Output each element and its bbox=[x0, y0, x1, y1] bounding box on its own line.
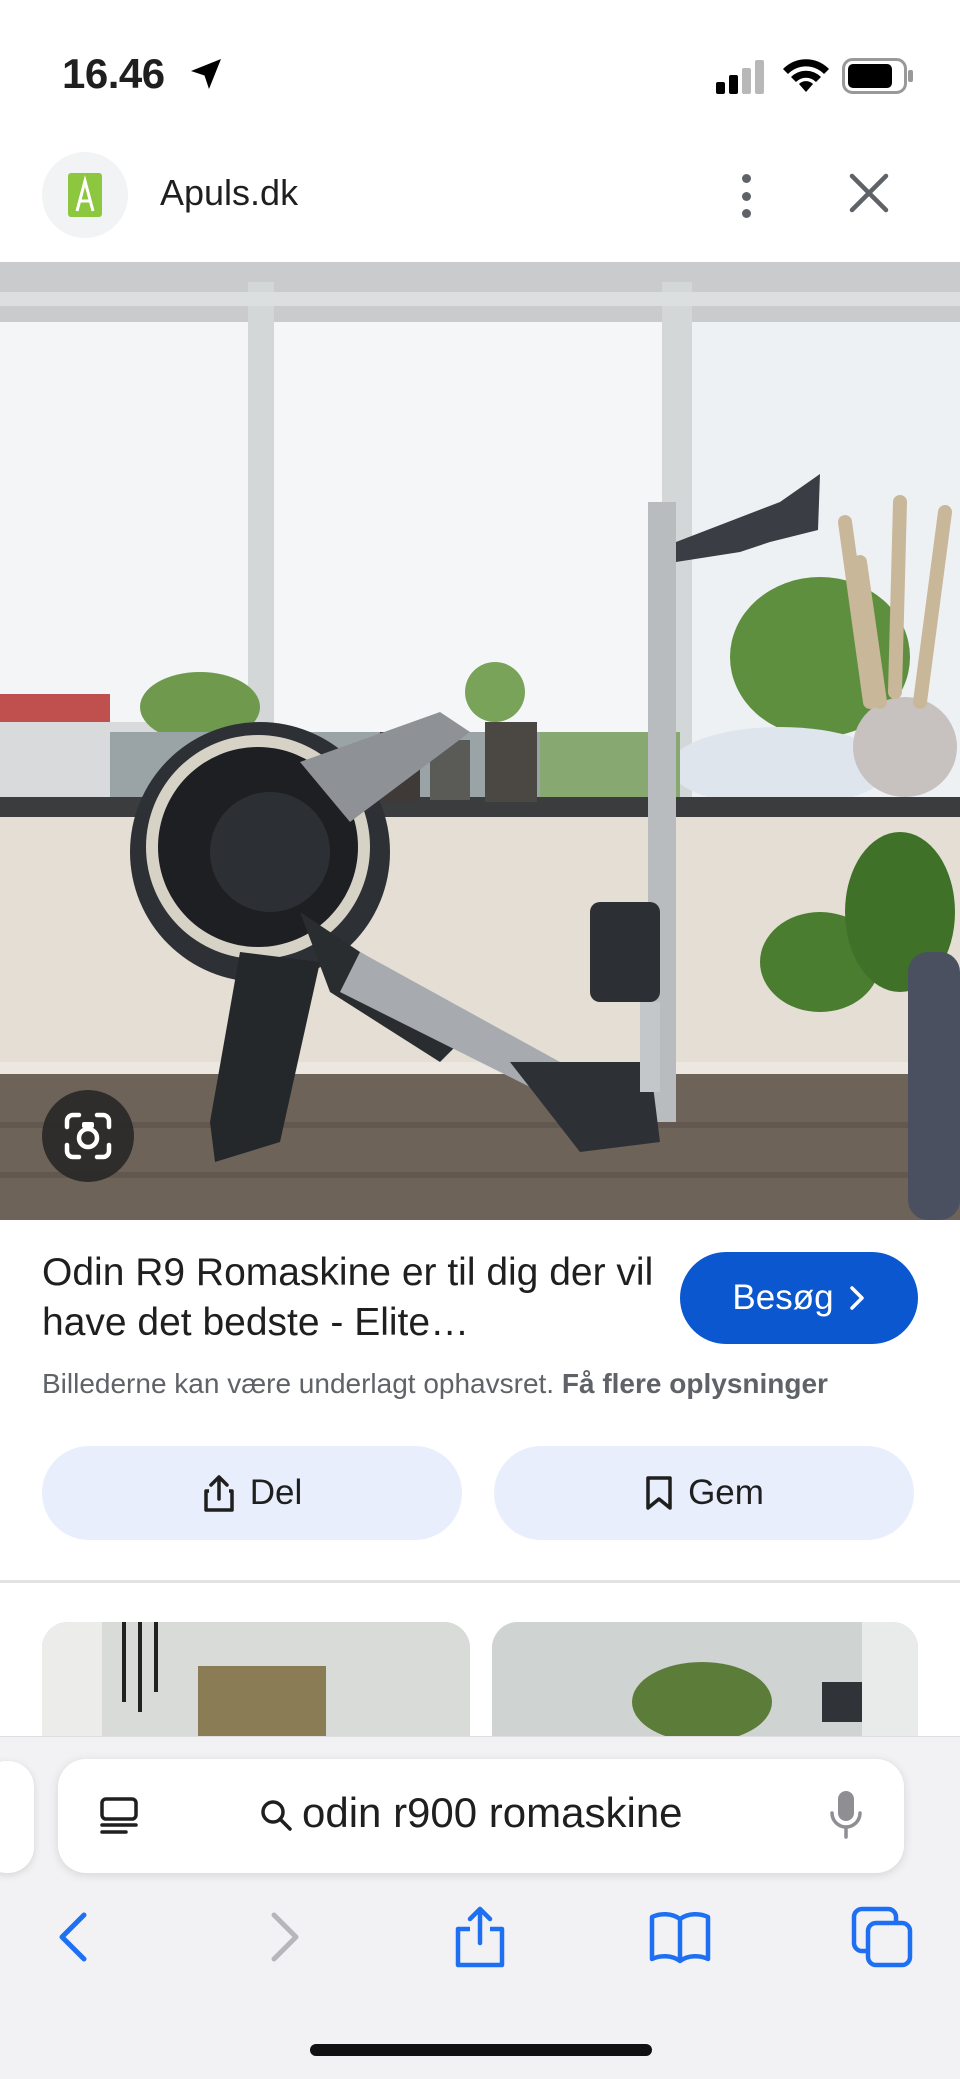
save-button[interactable]: Gem bbox=[494, 1446, 914, 1540]
battery-icon bbox=[842, 58, 913, 94]
related-image-thumbnail[interactable] bbox=[42, 1622, 470, 1742]
status-time: 16.46 bbox=[62, 50, 165, 97]
divider bbox=[0, 1580, 960, 1583]
site-favicon bbox=[42, 152, 128, 238]
google-lens-button[interactable] bbox=[42, 1090, 134, 1182]
share-sheet-button[interactable] bbox=[448, 1905, 512, 1969]
apuls-logo-icon bbox=[68, 173, 102, 217]
home-indicator[interactable] bbox=[310, 2044, 652, 2056]
related-image-thumbnail[interactable] bbox=[492, 1622, 918, 1742]
forward-button[interactable] bbox=[250, 1905, 314, 1969]
more-info-link[interactable]: Få flere oplysninger bbox=[562, 1368, 828, 1399]
visit-button-label: Besøg bbox=[732, 1278, 834, 1317]
back-button[interactable] bbox=[44, 1905, 108, 1969]
address-bar[interactable]: odin r900 romaskine bbox=[58, 1759, 904, 1873]
copyright-text: Billederne kan være underlagt ophavsret. bbox=[42, 1368, 555, 1399]
close-icon[interactable] bbox=[846, 170, 892, 216]
related-image-1 bbox=[42, 1622, 470, 1742]
address-text[interactable]: odin r900 romaskine bbox=[302, 1789, 683, 1837]
cellular-signal-icon bbox=[716, 60, 764, 94]
rowing-machine-photo bbox=[0, 262, 960, 1220]
page-menu-icon[interactable] bbox=[98, 1795, 140, 1837]
result-title[interactable]: Odin R9 Romaskine er til dig der vil hav… bbox=[42, 1248, 662, 1348]
more-dot-icon bbox=[741, 174, 751, 183]
tabs-button[interactable] bbox=[850, 1905, 914, 1969]
lens-icon bbox=[64, 1112, 112, 1160]
site-name[interactable]: Apuls.dk bbox=[160, 172, 298, 214]
result-image[interactable] bbox=[0, 262, 960, 1220]
visit-button[interactable]: Besøg bbox=[680, 1252, 918, 1344]
page: 16.46 Apuls.dk Odin R9 Romaskine er til … bbox=[0, 0, 960, 2079]
previous-tab-edge[interactable] bbox=[0, 1761, 34, 1873]
site-header: Apuls.dk bbox=[0, 150, 960, 260]
microphone-icon[interactable] bbox=[828, 1789, 864, 1841]
share-button[interactable]: Del bbox=[42, 1446, 462, 1540]
wifi-icon bbox=[783, 59, 829, 92]
browser-bottom-bar: odin r900 romaskine bbox=[0, 1736, 960, 2079]
share-button-label: Del bbox=[249, 1473, 303, 1512]
more-dot-icon bbox=[741, 191, 751, 201]
location-arrow-icon bbox=[191, 59, 221, 89]
share-icon bbox=[203, 1475, 234, 1512]
save-button-label: Gem bbox=[688, 1473, 764, 1512]
bookmark-icon bbox=[646, 1476, 672, 1510]
copyright-notice: Billederne kan være underlagt ophavsret.… bbox=[42, 1368, 942, 1400]
more-dot-icon bbox=[741, 209, 751, 218]
chevron-right-icon bbox=[849, 1286, 864, 1310]
status-bar: 16.46 bbox=[0, 0, 960, 140]
more-options-button[interactable] bbox=[722, 168, 770, 224]
search-icon bbox=[261, 1800, 292, 1831]
related-image-2 bbox=[492, 1622, 918, 1742]
bookmarks-button[interactable] bbox=[648, 1905, 712, 1969]
